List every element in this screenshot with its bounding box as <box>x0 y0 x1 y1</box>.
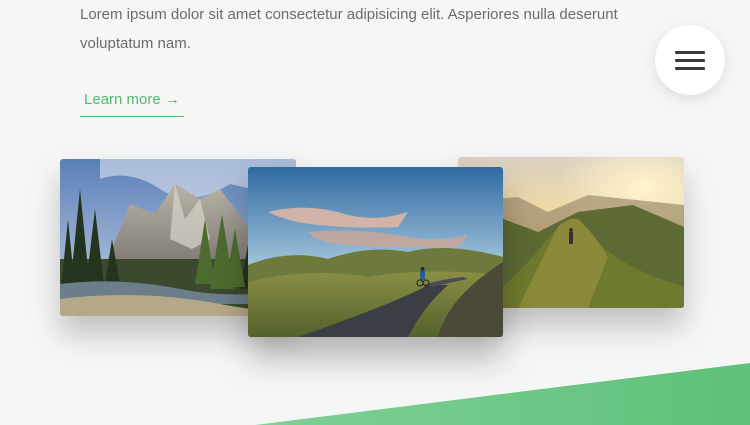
menu-button[interactable] <box>655 25 725 95</box>
learn-more-link[interactable]: Learn more → <box>80 89 184 117</box>
gallery-image-road[interactable] <box>248 167 503 337</box>
intro-paragraph: Lorem ipsum dolor sit amet consectetur a… <box>80 6 618 52</box>
